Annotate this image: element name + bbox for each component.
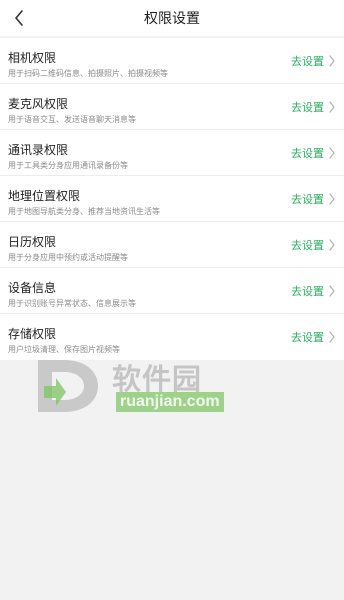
- go-settings-button[interactable]: 去设置: [291, 191, 336, 207]
- page-title: 权限设置: [144, 11, 200, 27]
- chevron-right-icon: [329, 147, 335, 159]
- permission-title: 日历权限: [8, 235, 57, 249]
- go-settings-label: 去设置: [291, 331, 324, 344]
- permission-title: 通讯录权限: [8, 143, 69, 157]
- watermark: 软件园 ruanjian.com: [34, 356, 226, 414]
- go-settings-button[interactable]: 去设置: [291, 329, 336, 345]
- permission-row-device-info[interactable]: 设备信息 用于识别账号异常状态、信息展示等 去设置: [0, 268, 344, 314]
- watermark-domain-text: ruanjian.com: [116, 392, 224, 412]
- permission-row-location[interactable]: 地理位置权限 用于地图导航类分身、推荐当地资讯生活等 去设置: [0, 176, 344, 222]
- permission-title: 设备信息: [8, 281, 57, 295]
- go-settings-button[interactable]: 去设置: [291, 237, 336, 253]
- permission-row-calendar[interactable]: 日历权限 用于分身应用中预约或活动提醒等 去设置: [0, 222, 344, 268]
- navigation-bar: 权限设置: [0, 0, 344, 36]
- permission-description: 用于分身应用中预约或活动提醒等: [8, 253, 128, 262]
- permission-title: 存储权限: [8, 327, 57, 341]
- go-settings-label: 去设置: [291, 147, 324, 160]
- go-settings-button[interactable]: 去设置: [291, 283, 336, 299]
- chevron-right-icon: [329, 239, 335, 251]
- go-settings-label: 去设置: [291, 239, 324, 252]
- permission-description: 用于识别账号异常状态、信息展示等: [8, 299, 136, 308]
- back-button[interactable]: [8, 7, 30, 29]
- permission-title: 相机权限: [8, 51, 57, 65]
- permission-row-storage[interactable]: 存储权限 用户垃圾清理、保存图片视频等 去设置: [0, 314, 344, 360]
- permission-description: 用于扫码二维码信息、拍摄照片、拍摄视频等: [8, 69, 168, 78]
- permission-row-microphone[interactable]: 麦克风权限 用于语音交互、发送语音聊天消息等 去设置: [0, 84, 344, 130]
- chevron-right-icon: [329, 55, 335, 67]
- permission-row-camera[interactable]: 相机权限 用于扫码二维码信息、拍摄照片、拍摄视频等 去设置: [0, 38, 344, 84]
- go-settings-label: 去设置: [291, 193, 324, 206]
- chevron-right-icon: [329, 193, 335, 205]
- permission-list: 相机权限 用于扫码二维码信息、拍摄照片、拍摄视频等 去设置 麦克风权限 用于语音…: [0, 38, 344, 360]
- permission-title: 地理位置权限: [8, 189, 81, 203]
- permission-title: 麦克风权限: [8, 97, 69, 111]
- chevron-left-icon: [15, 10, 23, 26]
- chevron-right-icon: [329, 331, 335, 343]
- permission-description: 用于工具类分身应用通讯录备份等: [8, 161, 128, 170]
- go-settings-button[interactable]: 去设置: [291, 99, 336, 115]
- permission-description: 用户垃圾清理、保存图片视频等: [8, 345, 120, 354]
- permission-description: 用于语音交互、发送语音聊天消息等: [8, 115, 136, 124]
- go-settings-label: 去设置: [291, 285, 324, 298]
- go-settings-button[interactable]: 去设置: [291, 145, 336, 161]
- permission-description: 用于地图导航类分身、推荐当地资讯生活等: [8, 207, 160, 216]
- watermark-logo-icon: [38, 360, 98, 412]
- chevron-right-icon: [329, 101, 335, 113]
- go-settings-label: 去设置: [291, 101, 324, 114]
- chevron-right-icon: [329, 285, 335, 297]
- permission-row-contacts[interactable]: 通讯录权限 用于工具类分身应用通讯录备份等 去设置: [0, 130, 344, 176]
- go-settings-label: 去设置: [291, 55, 324, 68]
- go-settings-button[interactable]: 去设置: [291, 53, 336, 69]
